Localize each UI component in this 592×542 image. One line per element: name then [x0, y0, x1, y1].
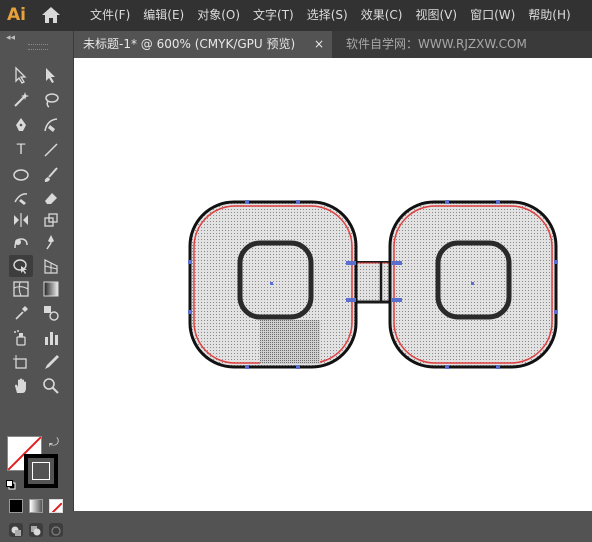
magic-wand-tool-icon[interactable]	[9, 89, 33, 111]
panel-grip[interactable]	[28, 44, 48, 50]
gradient-tool-icon[interactable]	[39, 278, 63, 300]
selection-tool-icon[interactable]	[9, 64, 33, 86]
document-tab[interactable]: 未标题-1* @ 600% (CMYK/GPU 预览) ×	[74, 31, 332, 58]
menu-file[interactable]: 文件(F)	[90, 0, 130, 31]
zoom-tool-icon[interactable]	[39, 375, 63, 397]
artwork[interactable]	[74, 58, 592, 511]
line-segment-tool-icon[interactable]	[39, 139, 63, 161]
direct-selection-tool-icon[interactable]	[39, 64, 63, 86]
reflect-tool-icon[interactable]	[9, 209, 33, 231]
draw-inside-icon[interactable]	[49, 523, 63, 537]
menu-effect[interactable]: 效果(C)	[361, 0, 403, 31]
menu-edit[interactable]: 编辑(E)	[143, 0, 184, 31]
artboard-canvas[interactable]	[74, 58, 592, 511]
lasso-tool-icon[interactable]	[39, 89, 63, 111]
perspective-grid-tool-icon[interactable]	[39, 255, 63, 277]
home-icon[interactable]	[40, 5, 64, 27]
hand-tool-icon[interactable]	[9, 375, 33, 397]
illustrator-logo: Ai	[7, 5, 26, 25]
menu-help[interactable]: 帮助(H)	[528, 0, 570, 31]
pen-tool-icon[interactable]	[9, 114, 33, 136]
puppet-warp-tool-icon[interactable]	[39, 231, 63, 253]
document-tab-title[interactable]: 未标题-1* @ 600% (CMYK/GPU 预览)	[83, 31, 295, 58]
symbol-sprayer-tool-icon[interactable]	[9, 327, 33, 349]
close-tab-icon[interactable]: ×	[314, 31, 324, 58]
mesh-tool-icon[interactable]	[9, 278, 33, 300]
artboard-tool-icon[interactable]	[9, 351, 33, 373]
document-tab-bar: 未标题-1* @ 600% (CMYK/GPU 预览) × 软件自学网：WWW.…	[74, 31, 592, 58]
default-colors-icon[interactable]	[6, 475, 16, 490]
shaper-tool-icon[interactable]	[9, 187, 33, 209]
menu-bar: Ai 文件(F) 编辑(E) 对象(O) 文字(T) 选择(S) 效果(C) 视…	[0, 0, 592, 31]
column-graph-tool-icon[interactable]	[39, 327, 63, 349]
shape-builder-tool-icon[interactable]	[9, 255, 33, 277]
menu-select[interactable]: 选择(S)	[307, 0, 348, 31]
site-watermark: 软件自学网：WWW.RJZXW.COM	[346, 37, 527, 51]
ellipse-tool-icon[interactable]	[9, 164, 33, 186]
menu-object[interactable]: 对象(O)	[197, 0, 240, 31]
draw-normal-icon[interactable]	[9, 523, 23, 537]
slice-tool-icon[interactable]	[39, 351, 63, 373]
type-tool-icon[interactable]: T	[9, 139, 33, 161]
menu-type[interactable]: 文字(T)	[253, 0, 294, 31]
eraser-tool-icon[interactable]	[39, 187, 63, 209]
collapse-panel-icon[interactable]: ◂◂	[6, 33, 15, 43]
draw-behind-icon[interactable]	[29, 523, 43, 537]
blend-tool-icon[interactable]	[39, 302, 63, 324]
menu-window[interactable]: 窗口(W)	[470, 0, 515, 31]
scale-tool-icon[interactable]	[39, 209, 63, 231]
paintbrush-tool-icon[interactable]	[39, 164, 63, 186]
tools-panel: ◂◂ T ⤾	[0, 31, 74, 537]
stroke-swatch-inner	[32, 462, 50, 480]
eyedropper-tool-icon[interactable]	[9, 302, 33, 324]
swap-fill-stroke-icon[interactable]: ⤾	[49, 435, 59, 450]
stroke-swatch[interactable]	[24, 454, 58, 488]
main-menu: 文件(F) 编辑(E) 对象(O) 文字(T) 选择(S) 效果(C) 视图(V…	[90, 0, 584, 31]
menu-view[interactable]: 视图(V)	[415, 0, 457, 31]
curvature-tool-icon[interactable]	[39, 114, 63, 136]
warp-tool-icon[interactable]	[9, 231, 33, 253]
